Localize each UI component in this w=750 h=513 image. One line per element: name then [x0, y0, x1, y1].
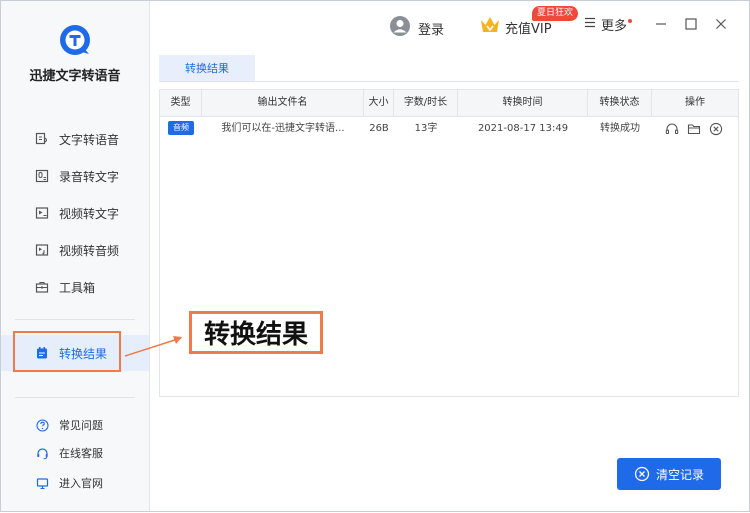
- sidebar-item-label: 工具箱: [59, 280, 96, 295]
- login-label: 登录: [418, 22, 445, 38]
- circle-close-icon: [709, 122, 723, 136]
- column-header-type: 类型: [160, 90, 202, 116]
- open-folder-button[interactable]: [686, 121, 702, 137]
- headset-icon: [35, 446, 49, 460]
- folder-icon: [687, 124, 701, 135]
- time-cell: 2021-08-17 13:49: [477, 123, 569, 134]
- headphones-icon: [665, 123, 679, 134]
- more-menu-button[interactable]: 更多: [584, 15, 633, 34]
- text-to-speech-icon: [35, 132, 49, 146]
- sidebar-item-label: 视频转音频: [59, 243, 120, 258]
- official-site-link[interactable]: 进入官网: [1, 472, 149, 494]
- sidebar-item-toolbox[interactable]: 工具箱: [1, 269, 149, 305]
- size-cell: 26B: [369, 123, 389, 134]
- bottom-item-label: 在线客服: [59, 447, 103, 460]
- column-header-count: 字数/时长: [394, 90, 458, 116]
- sidebar-item-video-to-audio[interactable]: 视频转音频: [1, 232, 149, 268]
- sidebar-item-text-to-speech[interactable]: 文字转语音: [1, 121, 149, 157]
- online-support-link[interactable]: 在线客服: [1, 442, 149, 464]
- column-header-filename: 输出文件名: [202, 90, 364, 116]
- sidebar-divider: [15, 319, 135, 320]
- app-window: 迅捷文字转语音 文字转语音 录音转文字 视频转文字 视频转音频 工具箱 转换结果…: [0, 0, 750, 512]
- sidebar-item-label: 视频转文字: [59, 206, 120, 221]
- bottom-item-label: 常见问题: [59, 419, 103, 432]
- filename-cell: 我们可以在-迅捷文字转语...: [221, 123, 345, 134]
- menu-icon: [584, 17, 596, 32]
- maximize-icon: [685, 18, 697, 30]
- clear-icon: [634, 466, 650, 482]
- app-name: 迅捷文字转语音: [29, 69, 121, 84]
- clear-records-button[interactable]: 清空记录: [617, 458, 721, 490]
- column-header-size: 大小: [364, 90, 394, 116]
- bottom-item-label: 进入官网: [59, 477, 103, 490]
- sidebar-item-video-to-text[interactable]: 视频转文字: [1, 195, 149, 231]
- toolbox-icon: [35, 280, 49, 294]
- question-icon: [35, 418, 49, 432]
- table-header: 类型 输出文件名 大小 字数/时长 转换时间 转换状态 操作: [160, 90, 738, 117]
- user-avatar-icon: [389, 15, 411, 41]
- clear-records-label: 清空记录: [655, 467, 704, 482]
- listen-button[interactable]: [664, 121, 680, 137]
- sidebar-divider: [15, 397, 135, 398]
- sidebar-item-label: 文字转语音: [59, 132, 120, 147]
- tab-divider: [159, 81, 739, 82]
- audio-to-text-icon: [35, 169, 49, 183]
- login-button[interactable]: 登录: [389, 15, 444, 41]
- audio-type-badge: 音频: [168, 121, 194, 135]
- count-cell: 13字: [414, 123, 438, 134]
- app-logo-icon: [60, 25, 90, 55]
- annotation-label: 转换结果: [189, 311, 323, 354]
- notification-dot: [628, 18, 633, 23]
- sidebar: 迅捷文字转语音 文字转语音 录音转文字 视频转文字 视频转音频 工具箱 转换结果…: [1, 1, 150, 511]
- sidebar-item-label: 录音转文字: [59, 169, 120, 184]
- more-label: 更多: [601, 19, 628, 34]
- video-to-audio-icon: [35, 243, 49, 257]
- highlight-frame: [13, 331, 121, 372]
- promo-badge: 夏日狂欢: [532, 6, 579, 21]
- crown-icon: [479, 15, 501, 39]
- column-header-actions: 操作: [685, 97, 705, 108]
- status-cell: 转换成功: [600, 123, 640, 134]
- row-actions: [650, 116, 738, 142]
- close-window-button[interactable]: [713, 16, 729, 32]
- minimize-icon: [656, 23, 666, 25]
- video-to-text-icon: [35, 206, 49, 220]
- monitor-icon: [35, 476, 49, 490]
- close-icon: [716, 19, 726, 29]
- maximize-button[interactable]: [683, 16, 699, 32]
- column-header-status: 转换状态: [588, 90, 652, 116]
- faq-link[interactable]: 常见问题: [1, 414, 149, 436]
- type-cell: 音频: [160, 116, 202, 142]
- minimize-button[interactable]: [653, 16, 669, 32]
- delete-record-button[interactable]: [708, 121, 724, 137]
- tab-conversion-results[interactable]: 转换结果: [159, 55, 255, 81]
- sidebar-item-audio-to-text[interactable]: 录音转文字: [1, 158, 149, 194]
- column-header-time: 转换时间: [458, 90, 588, 116]
